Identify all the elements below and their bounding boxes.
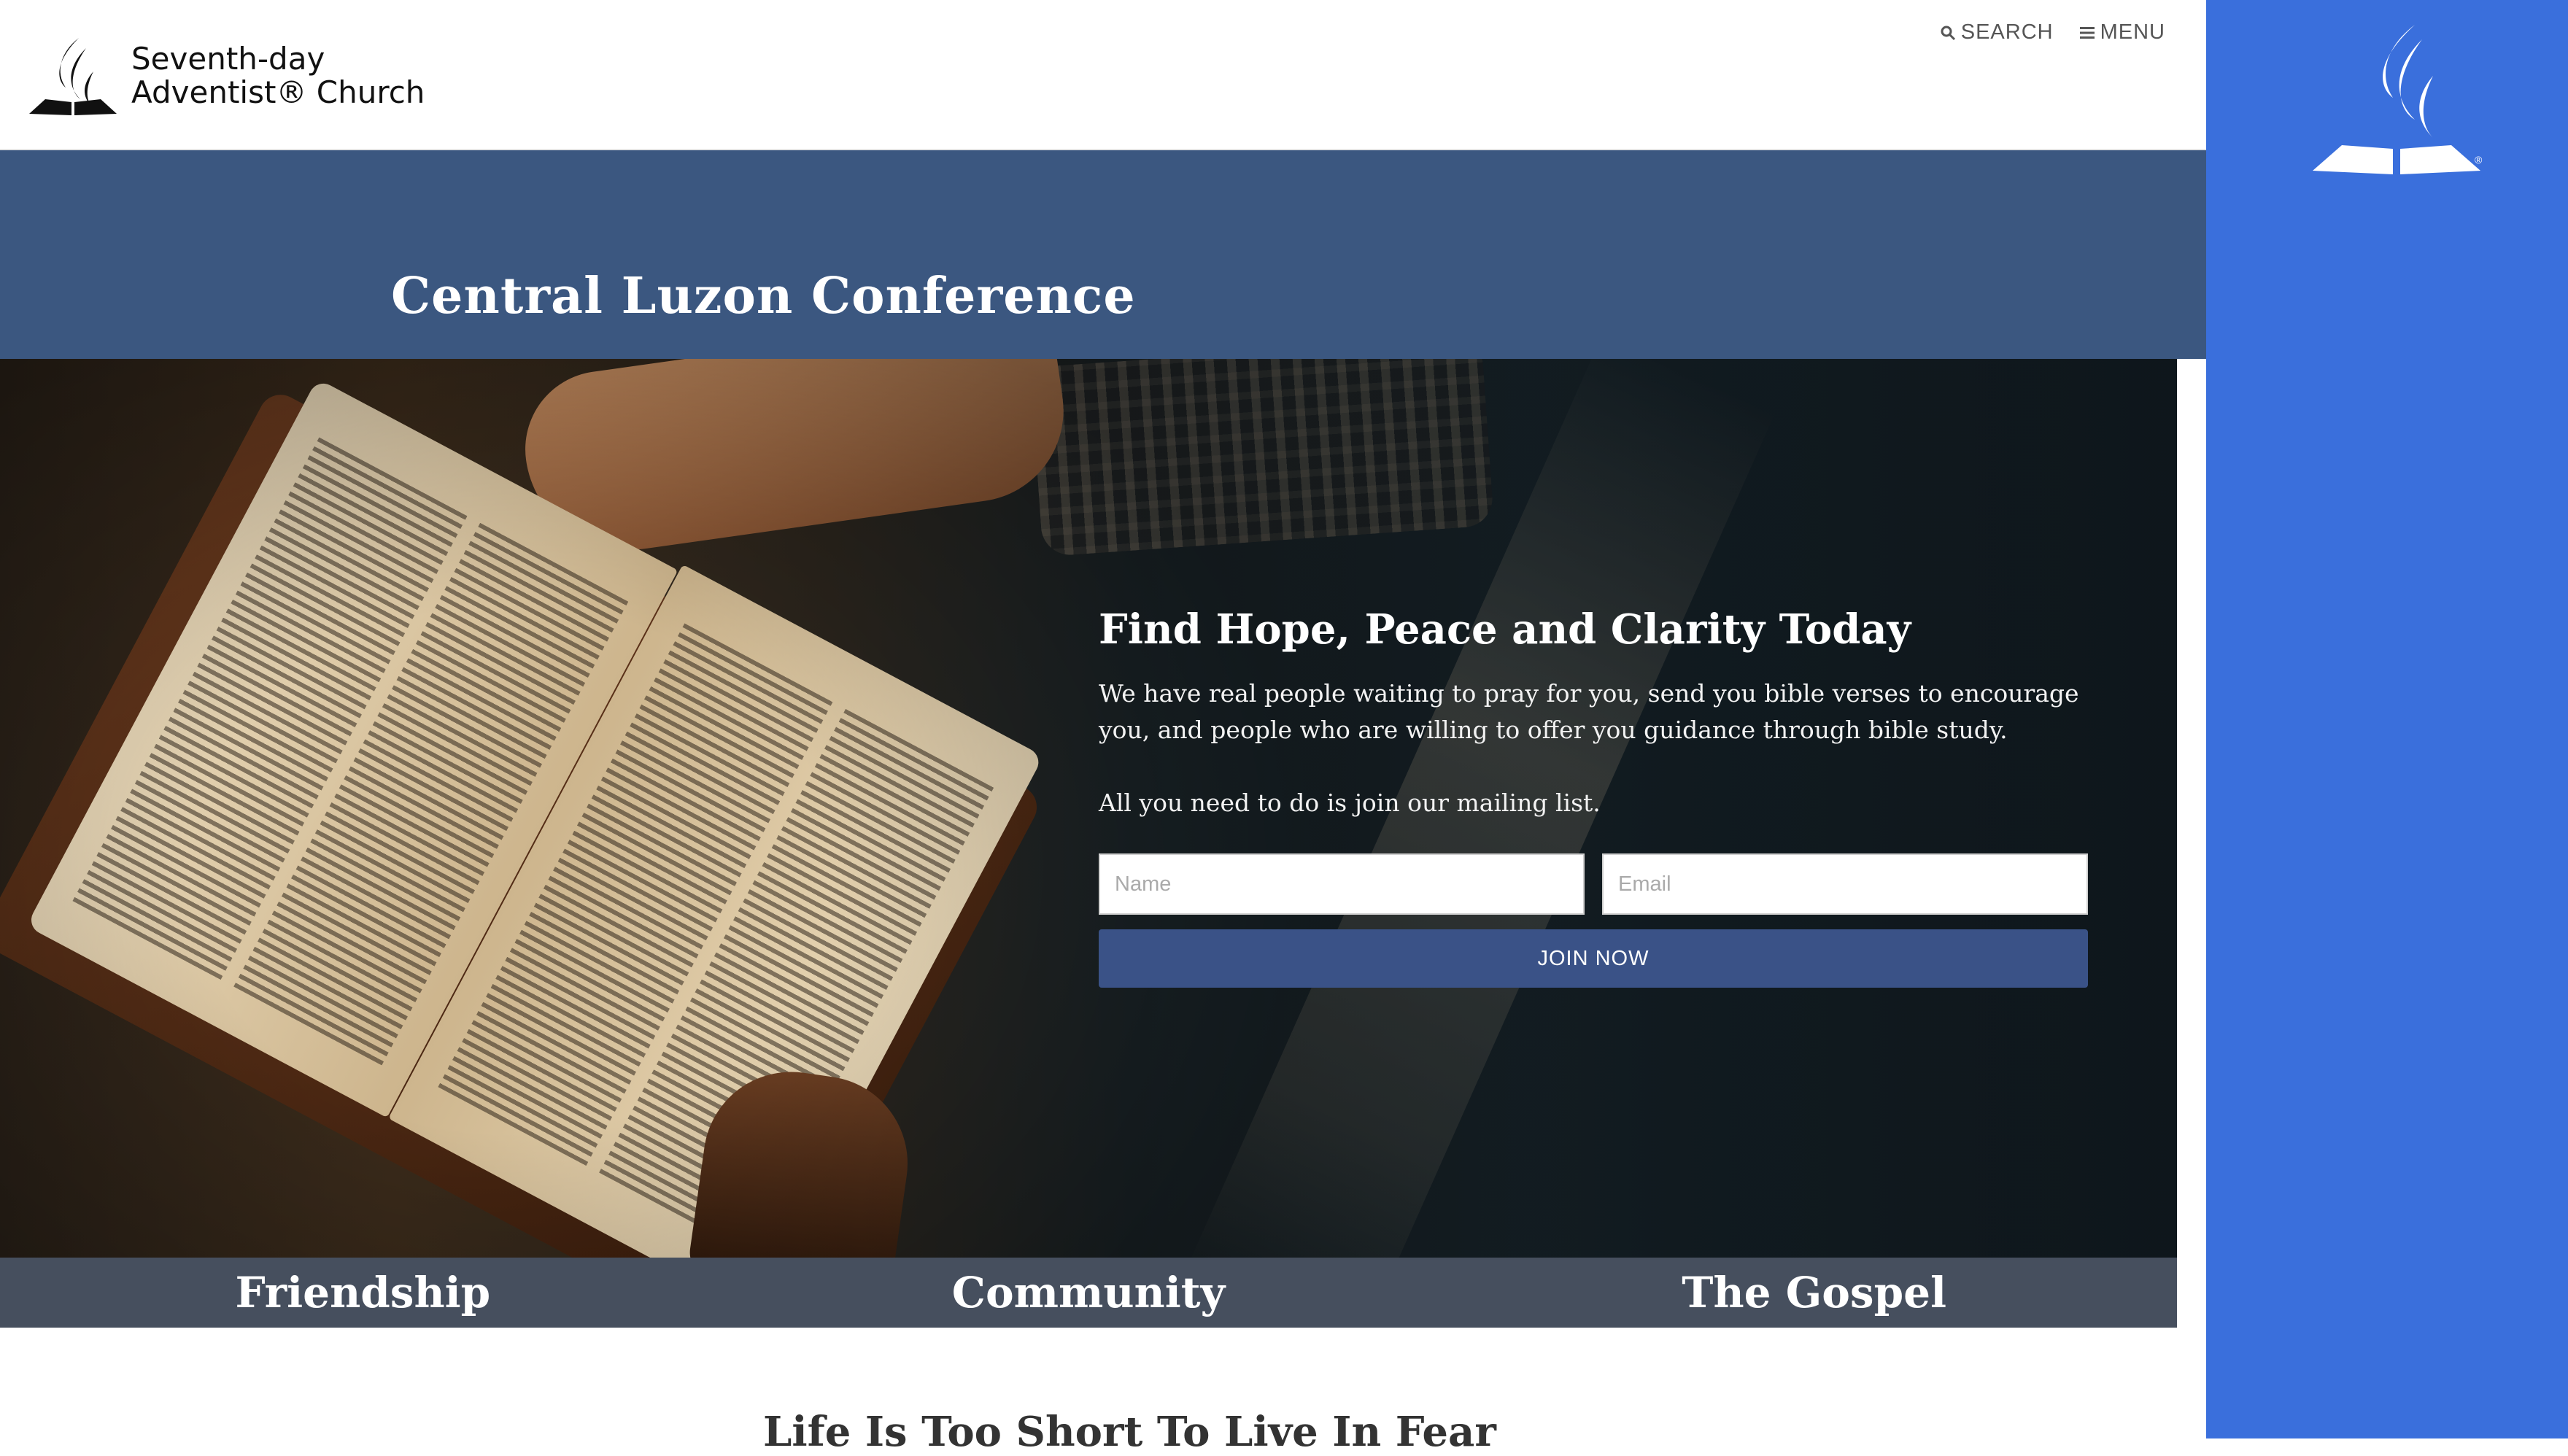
adventist-flame-icon	[29, 38, 117, 115]
signup-form	[1099, 853, 2091, 915]
feature-friendship: Friendship	[235, 1268, 491, 1317]
feature-gospel: The Gospel	[1682, 1268, 1947, 1317]
search-label: SEARCH	[1960, 20, 2054, 44]
utility-nav: SEARCH MENU	[1939, 20, 2165, 44]
svg-text:®: ®	[2475, 154, 2483, 166]
menu-label: MENU	[2100, 20, 2165, 44]
join-now-button[interactable]: JOIN NOW	[1099, 929, 2088, 988]
adventist-logo-icon[interactable]: ®	[2305, 18, 2483, 178]
name-field[interactable]	[1099, 853, 1585, 915]
site-header: Seventh-day Adventist® Church SEARCH MEN…	[0, 0, 2206, 150]
email-field[interactable]	[1602, 853, 2088, 915]
brand-line-1: Seventh-day	[131, 41, 325, 77]
signup-title: Find Hope, Peace and Clarity Today	[1099, 605, 1911, 654]
right-brand-rail: ®	[2206, 0, 2568, 1438]
signup-panel: Find Hope, Peace and Clarity Today We ha…	[1099, 605, 2091, 988]
brand-line-2: Adventist® Church	[131, 74, 425, 110]
brand-wordmark: Seventh-day Adventist® Church	[131, 42, 425, 109]
search-button[interactable]: SEARCH	[1939, 20, 2054, 44]
section-heading: Life Is Too Short To Live In Fear	[763, 1408, 1496, 1456]
signup-instruction: All you need to do is join our mailing l…	[1099, 789, 1601, 817]
hamburger-icon	[2079, 26, 2095, 39]
menu-button[interactable]: MENU	[2078, 20, 2165, 44]
conference-title: Central Luzon Conference	[391, 267, 1136, 325]
brand-logo[interactable]: Seventh-day Adventist® Church	[28, 32, 425, 120]
conference-banner: Central Luzon Conference	[0, 150, 2206, 359]
hero-section: Find Hope, Peace and Clarity Today We ha…	[0, 359, 2177, 1258]
feature-community: Community	[951, 1268, 1226, 1317]
search-icon	[1941, 26, 1955, 40]
feature-strip: Friendship Community The Gospel	[0, 1258, 2177, 1328]
signup-description: We have real people waiting to pray for …	[1099, 679, 2079, 744]
